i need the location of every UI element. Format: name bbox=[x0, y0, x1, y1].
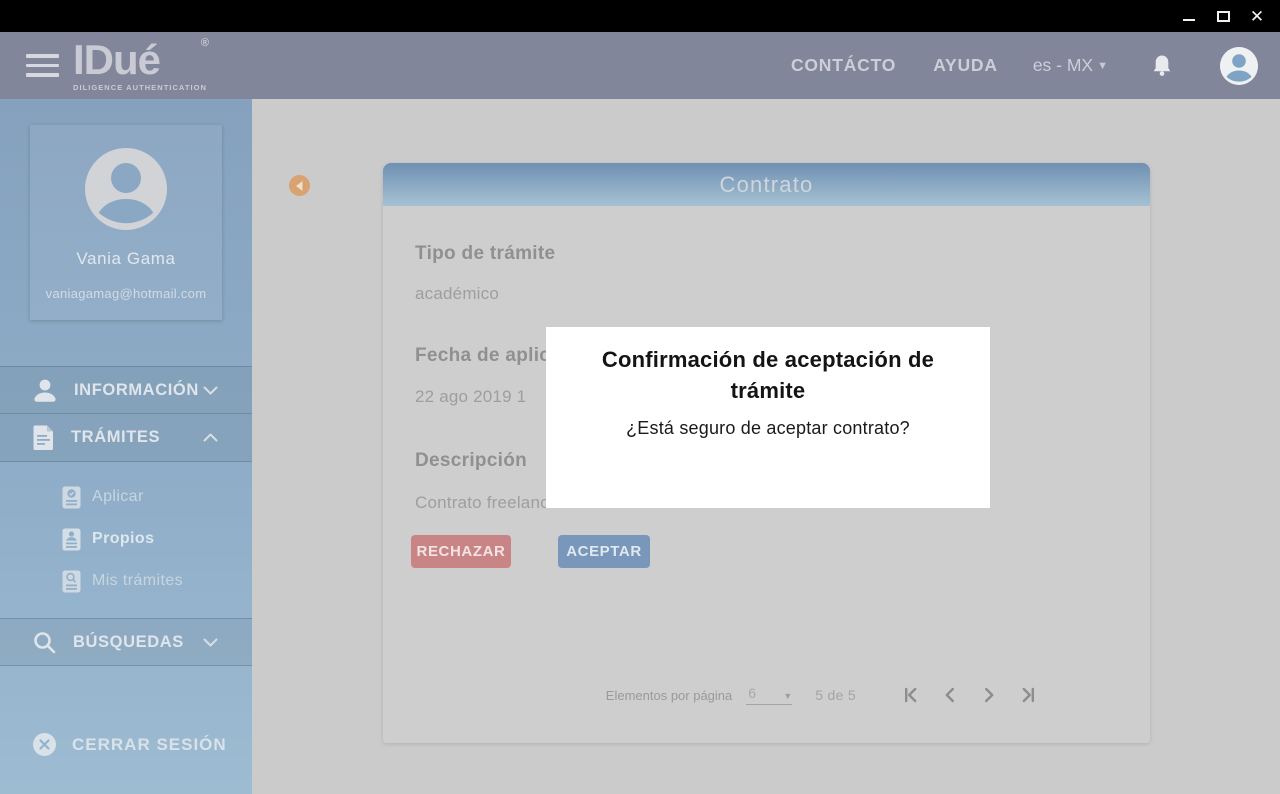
accept-button[interactable]: ACEPTAR bbox=[558, 535, 650, 568]
field-value-descripcion: Contrato freelance bbox=[415, 493, 558, 513]
sidebar: Vania Gama vaniagamag@hotmail.com INFORM… bbox=[0, 99, 252, 794]
doc-check-icon bbox=[62, 486, 81, 509]
sidebar-subitem-label: Propios bbox=[92, 530, 154, 548]
tramites-submenu: Aplicar Propios bbox=[0, 462, 252, 618]
confirmation-modal: Confirmación de aceptación de trámite ¿E… bbox=[546, 327, 990, 508]
prev-page-button[interactable] bbox=[941, 686, 959, 704]
items-per-page-select[interactable]: 6 ▼ bbox=[746, 685, 792, 705]
page-range-label: 5 de 5 bbox=[815, 687, 856, 703]
logout-label: CERRAR SESIÓN bbox=[72, 735, 227, 755]
nav-contacto-link[interactable]: CONTÁCTO bbox=[791, 55, 896, 76]
chevron-left-icon bbox=[941, 686, 959, 704]
next-page-button[interactable] bbox=[980, 686, 998, 704]
chevron-down-icon bbox=[203, 386, 218, 395]
sidebar-subitem-label: Mis trámites bbox=[92, 572, 183, 590]
header-nav: CONTÁCTO AYUDA es - MX ▼ bbox=[791, 47, 1258, 85]
logo-text: IDué® bbox=[73, 39, 207, 81]
pagination: Elementos por página 6 ▼ 5 de 5 bbox=[383, 680, 1150, 710]
close-button[interactable]: ✕ bbox=[1240, 0, 1274, 32]
first-page-icon bbox=[902, 686, 920, 704]
nav-ayuda-link[interactable]: AYUDA bbox=[933, 55, 998, 76]
field-label-descripcion: Descripción bbox=[415, 450, 527, 472]
sidebar-subitem-aplicar[interactable]: Aplicar bbox=[0, 476, 252, 518]
first-page-button[interactable] bbox=[902, 686, 920, 704]
sidebar-subitem-propios[interactable]: Propios bbox=[0, 518, 252, 560]
hamburger-icon bbox=[26, 54, 59, 58]
notifications-button[interactable] bbox=[1152, 54, 1172, 77]
maximize-icon bbox=[1217, 11, 1230, 22]
sidebar-nav: INFORMACIÓN TRÁMITES bbox=[0, 366, 252, 666]
sidebar-item-informacion[interactable]: INFORMACIÓN bbox=[0, 366, 252, 414]
language-selector[interactable]: es - MX ▼ bbox=[1033, 55, 1108, 76]
field-value-tipo: académico bbox=[415, 284, 499, 304]
back-arrow-icon bbox=[294, 180, 305, 192]
sidebar-item-label: BÚSQUEDAS bbox=[73, 633, 184, 652]
minimize-button[interactable] bbox=[1172, 0, 1206, 32]
profile-avatar bbox=[85, 148, 167, 230]
person-icon bbox=[33, 378, 57, 403]
search-icon bbox=[33, 631, 56, 654]
field-value-fecha: 22 ago 2019 1 bbox=[415, 387, 526, 407]
avatar-person-icon bbox=[85, 148, 167, 230]
back-button[interactable] bbox=[289, 175, 310, 196]
logo-tagline: DILIGENCE AUTHENTICATION bbox=[73, 84, 207, 92]
sidebar-item-label: TRÁMITES bbox=[71, 428, 160, 447]
sidebar-item-tramites[interactable]: TRÁMITES bbox=[0, 414, 252, 462]
field-label-tipo: Tipo de trámite bbox=[415, 243, 555, 265]
sidebar-item-label: INFORMACIÓN bbox=[74, 381, 199, 400]
profile-name: Vania Gama bbox=[76, 249, 175, 269]
chevron-down-icon: ▼ bbox=[1097, 60, 1108, 72]
user-avatar-button[interactable] bbox=[1220, 47, 1258, 85]
chevron-down-icon bbox=[203, 638, 218, 647]
doc-person-icon bbox=[62, 528, 81, 551]
profile-email: vaniagamag@hotmail.com bbox=[46, 286, 207, 301]
circle-x-icon bbox=[33, 733, 56, 756]
sidebar-subitem-mis-tramites[interactable]: Mis trámites bbox=[0, 560, 252, 602]
chevron-right-icon bbox=[980, 686, 998, 704]
chevron-up-icon bbox=[203, 433, 218, 442]
window-titlebar: ✕ bbox=[0, 0, 1280, 32]
doc-search-icon bbox=[62, 570, 81, 593]
card-header: Contrato bbox=[383, 163, 1150, 206]
minimize-icon bbox=[1183, 19, 1195, 21]
document-icon bbox=[33, 425, 54, 450]
profile-card: Vania Gama vaniagamag@hotmail.com bbox=[30, 125, 222, 320]
app-logo: IDué® DILIGENCE AUTHENTICATION bbox=[73, 39, 207, 92]
last-page-icon bbox=[1019, 686, 1037, 704]
reject-button[interactable]: RECHAZAR bbox=[411, 535, 511, 568]
bell-icon bbox=[1152, 54, 1172, 77]
modal-message: ¿Está seguro de aceptar contrato? bbox=[626, 418, 910, 439]
close-icon: ✕ bbox=[1250, 8, 1264, 25]
registered-mark: ® bbox=[201, 38, 208, 49]
logout-button[interactable]: CERRAR SESIÓN bbox=[33, 733, 227, 756]
dropdown-caret-icon: ▼ bbox=[783, 691, 792, 701]
language-value: es - MX bbox=[1033, 55, 1093, 76]
pagination-controls bbox=[902, 686, 1037, 704]
card-title: Contrato bbox=[720, 172, 814, 198]
last-page-button[interactable] bbox=[1019, 686, 1037, 704]
hamburger-menu-button[interactable] bbox=[24, 50, 61, 81]
sidebar-item-busquedas[interactable]: BÚSQUEDAS bbox=[0, 618, 252, 666]
avatar-person-icon bbox=[1220, 47, 1258, 85]
sidebar-subitem-label: Aplicar bbox=[92, 488, 144, 506]
maximize-button[interactable] bbox=[1206, 0, 1240, 32]
modal-title: Confirmación de aceptación de trámite bbox=[592, 344, 944, 407]
app-header: IDué® DILIGENCE AUTHENTICATION CONTÁCTO … bbox=[0, 32, 1280, 99]
per-page-value: 6 bbox=[746, 685, 756, 701]
items-per-page-label: Elementos por página bbox=[606, 688, 732, 703]
